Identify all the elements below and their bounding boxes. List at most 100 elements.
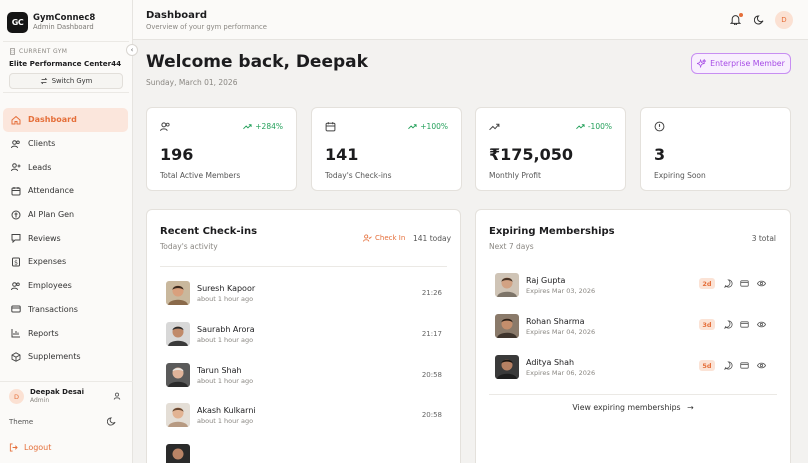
stat-label: Monthly Profit: [489, 171, 541, 180]
checkin-time: 21:26: [421, 289, 442, 297]
member-name: Tarun Shah: [197, 366, 242, 375]
expiry-date: Expires Mar 04, 2026: [526, 328, 596, 336]
stat-label: Today's Check-ins: [325, 171, 392, 180]
panel-title: Expiring Memberships: [489, 226, 615, 237]
eye-icon[interactable]: [757, 361, 766, 370]
sidebar-item-label: Attendance: [28, 186, 74, 196]
sidebar-item-attendance[interactable]: Attendance: [3, 179, 128, 203]
brand-subtitle: Admin Dashboard: [33, 22, 94, 31]
card-icon: [10, 304, 21, 315]
users-icon: [10, 138, 21, 149]
message-icon[interactable]: [724, 361, 733, 370]
switch-gym-label: Switch Gym: [51, 77, 93, 85]
sidebar-item-employees[interactable]: Employees: [3, 274, 128, 298]
panel-subtitle: Today's activity: [160, 242, 218, 251]
message-icon: [10, 233, 21, 244]
trend-badge: -100%: [575, 122, 612, 131]
brand[interactable]: GC GymConnec8 Admin Dashboard: [7, 9, 95, 35]
stat-value: 3: [654, 145, 666, 164]
sidebar-item-label: Reviews: [28, 233, 61, 243]
trending-up-icon: [243, 123, 252, 130]
list-item[interactable]: Raj Gupta Expires Mar 03, 2026 2d: [495, 273, 766, 299]
page-subtitle: Overview of your gym performance: [146, 23, 267, 31]
moon-icon[interactable]: [754, 15, 764, 25]
card-icon[interactable]: [740, 361, 749, 370]
user-icon[interactable]: [113, 392, 121, 400]
avatar: [166, 322, 190, 346]
moon-icon[interactable]: [107, 417, 116, 426]
message-icon[interactable]: [724, 279, 733, 288]
list-item[interactable]: Rohan Sharma Expires Mar 04, 2026 3d: [495, 314, 766, 340]
collapse-sidebar-button[interactable]: ‹: [126, 44, 138, 56]
list-item[interactable]: Aditya Shah Expires Mar 06, 2026 5d: [495, 355, 766, 381]
checkin-time: 20:58: [421, 411, 442, 419]
sidebar-item-supplements[interactable]: Supplements: [3, 345, 128, 369]
stat-value: 141: [325, 145, 359, 164]
eye-icon[interactable]: [757, 279, 766, 288]
expiry-date: Expires Mar 03, 2026: [526, 287, 596, 295]
list-item[interactable]: [166, 444, 442, 463]
sidebar-item-reports[interactable]: Reports: [3, 321, 128, 345]
current-gym-card: CURRENT GYM Elite Performance Center44 S…: [3, 41, 129, 93]
list-item[interactable]: Suresh Kapoor about 1 hour ago 21:26: [166, 281, 442, 307]
page-title: Dashboard: [146, 10, 207, 21]
sidebar-item-label: Clients: [28, 139, 56, 149]
list-item[interactable]: Akash Kulkarni about 1 hour ago 20:58: [166, 403, 442, 429]
view-expiring-label: View expiring memberships: [572, 403, 681, 412]
view-expiring-memberships-link[interactable]: View expiring memberships →: [476, 403, 790, 412]
eye-icon[interactable]: [757, 320, 766, 329]
logout-button[interactable]: Logout: [9, 443, 51, 452]
brand-logo: GC: [7, 11, 28, 33]
card-icon[interactable]: [740, 320, 749, 329]
member-name: Aditya Shah: [526, 358, 575, 367]
trend-value: +284%: [255, 122, 283, 131]
stat-label: Total Active Members: [160, 171, 241, 180]
avatar: [495, 355, 519, 379]
member-name: Suresh Kapoor: [197, 284, 256, 293]
stat-card-active-members: +284% 196 Total Active Members: [146, 107, 297, 191]
sidebar-item-dashboard[interactable]: Dashboard: [3, 108, 128, 132]
ai-icon: [10, 209, 21, 220]
check-in-label: Check In: [375, 234, 406, 242]
message-icon[interactable]: [724, 320, 733, 329]
card-icon[interactable]: [740, 279, 749, 288]
sidebar-item-label: Transactions: [28, 304, 78, 314]
member-name: Rohan Sharma: [526, 317, 585, 326]
home-icon: [10, 114, 21, 125]
divider: [160, 266, 447, 267]
sidebar-item-leads[interactable]: Leads: [3, 155, 128, 179]
sidebar-item-label: Leads: [28, 162, 52, 172]
sidebar-item-expenses[interactable]: $ Expenses: [3, 250, 128, 274]
welcome-heading: Welcome back, Deepak: [146, 52, 368, 72]
current-date: Sunday, March 01, 2026: [146, 78, 238, 87]
sidebar: GC GymConnec8 Admin Dashboard CURRENT GY…: [0, 0, 138, 463]
sidebar-item-ai-plan-gen[interactable]: AI Plan Gen: [3, 203, 128, 227]
check-in-button[interactable]: Check In: [363, 234, 405, 242]
sidebar-item-clients[interactable]: Clients: [3, 132, 128, 156]
enterprise-member-label: Enterprise Member: [710, 59, 785, 68]
stat-card-expiring-soon: 3 Expiring Soon: [640, 107, 791, 191]
user-check-icon: [363, 234, 372, 242]
switch-gym-button[interactable]: Switch Gym: [9, 73, 123, 89]
sidebar-item-reviews[interactable]: Reviews: [3, 226, 128, 250]
sidebar-item-label: Reports: [28, 328, 59, 338]
notification-dot: [739, 13, 743, 17]
list-item[interactable]: Tarun Shah about 1 hour ago 20:58: [166, 363, 442, 389]
checkin-ago: about 1 hour ago: [197, 417, 254, 425]
enterprise-member-button[interactable]: Enterprise Member: [691, 53, 791, 74]
swap-icon: [40, 77, 48, 85]
arrow-right-icon: →: [687, 403, 694, 412]
today-count: 141 today: [413, 234, 452, 243]
user-role: Admin: [30, 397, 50, 404]
panel-title: Recent Check-ins: [160, 226, 258, 237]
sidebar-nav: Dashboard Clients Leads Attendance AI Pl…: [3, 108, 128, 369]
avatar: [495, 273, 519, 297]
logout-icon: [9, 443, 18, 452]
avatar[interactable]: D: [775, 11, 793, 29]
list-item[interactable]: Saurabh Arora about 1 hour ago 21:17: [166, 322, 442, 348]
sidebar-item-transactions[interactable]: Transactions: [3, 298, 128, 322]
divider: [489, 394, 777, 395]
user-profile[interactable]: D Deepak Desai Admin: [0, 381, 133, 411]
stat-value: ₹175,050: [489, 145, 574, 164]
checkin-ago: about 1 hour ago: [197, 295, 254, 303]
